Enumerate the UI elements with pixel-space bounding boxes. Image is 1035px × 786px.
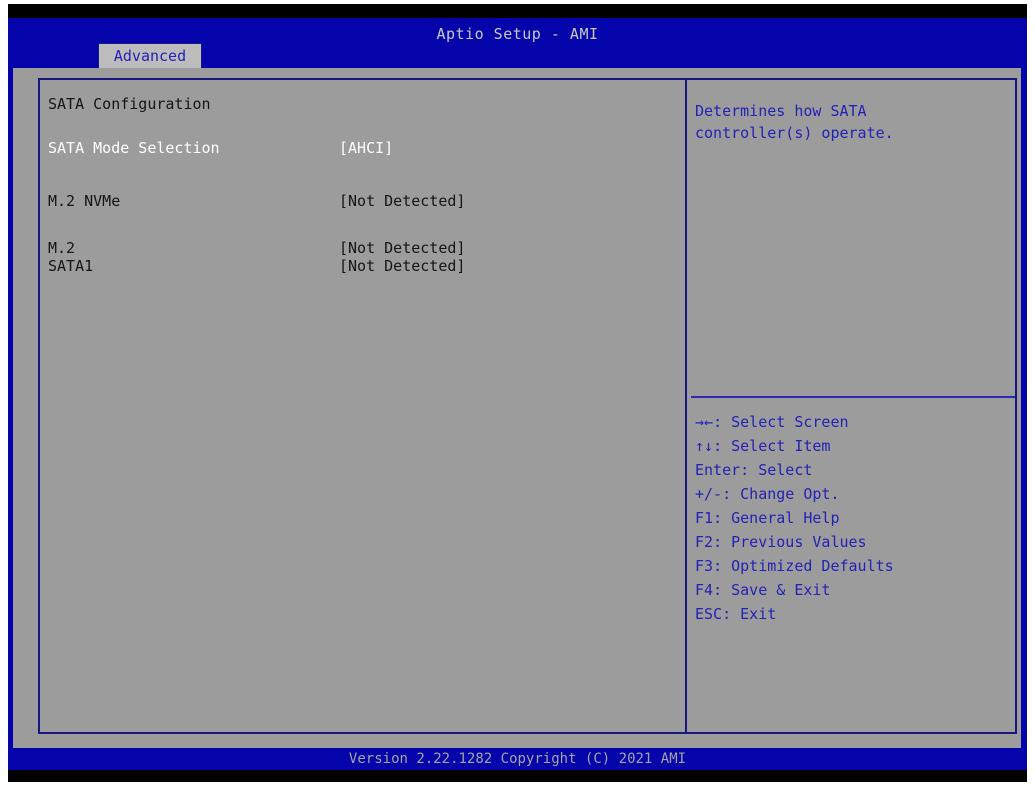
content-area: SATA Configuration SATA Mode Selection [… bbox=[13, 68, 1021, 748]
setting-row-sata1: SATA1 [Not Detected] bbox=[48, 257, 685, 275]
main-panel: SATA Configuration SATA Mode Selection [… bbox=[38, 78, 1017, 734]
setting-row-m2-nvme: M.2 NVMe [Not Detected] bbox=[48, 192, 685, 210]
help-description-line: Determines how SATA bbox=[695, 102, 867, 120]
setting-value: [Not Detected] bbox=[339, 257, 466, 275]
help-description: Determines how SATA controller(s) operat… bbox=[695, 100, 1015, 144]
app-title: Aptio Setup - AMI bbox=[436, 25, 599, 43]
settings-pane: SATA Configuration SATA Mode Selection [… bbox=[40, 80, 685, 732]
setting-value: [Not Detected] bbox=[339, 239, 466, 257]
key-hint-f3: F3: Optimized Defaults bbox=[695, 557, 894, 575]
key-hint-enter: Enter: Select bbox=[695, 461, 813, 479]
version-text: Version 2.22.1282 Copyright (C) 2021 AMI bbox=[348, 751, 687, 767]
setting-value: [AHCI] bbox=[339, 139, 394, 157]
key-hint-f1: F1: General Help bbox=[695, 509, 840, 527]
key-hint-f2: F2: Previous Values bbox=[695, 533, 867, 551]
help-pane: Determines how SATA controller(s) operat… bbox=[687, 80, 1015, 732]
setting-label: SATA Mode Selection bbox=[48, 139, 220, 157]
setting-row-sata-mode-selection[interactable]: SATA Mode Selection [AHCI] bbox=[48, 139, 685, 157]
key-hint-select-item: ↑↓: Select Item bbox=[695, 437, 831, 455]
key-hint-change-opt: +/-: Change Opt. bbox=[695, 485, 840, 503]
key-hint-f4: F4: Save & Exit bbox=[695, 581, 831, 599]
key-hint-esc: ESC: Exit bbox=[695, 605, 777, 623]
key-hint-select-screen: →←: Select Screen bbox=[695, 413, 849, 431]
setting-label: M.2 bbox=[48, 239, 76, 257]
key-legend: →←: Select Screen ↑↓: Select Item Enter:… bbox=[695, 410, 1013, 626]
bios-screen: Aptio Setup - AMI Advanced SATA Configur… bbox=[8, 4, 1027, 782]
setting-label: SATA1 bbox=[48, 257, 94, 275]
help-description-line: controller(s) operate. bbox=[695, 124, 894, 142]
setting-label: M.2 NVMe bbox=[48, 192, 121, 210]
help-pane-divider bbox=[691, 396, 1015, 398]
setting-row-m2: M.2 [Not Detected] bbox=[48, 239, 685, 257]
section-title: SATA Configuration bbox=[48, 95, 211, 113]
setting-value: [Not Detected] bbox=[339, 192, 466, 210]
tab-advanced[interactable]: Advanced bbox=[98, 43, 202, 68]
bios-frame: Aptio Setup - AMI Advanced SATA Configur… bbox=[8, 18, 1027, 770]
